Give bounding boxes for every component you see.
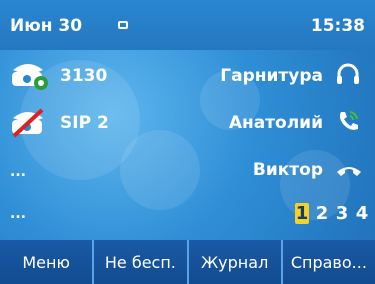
phone-unregistered-icon	[12, 108, 44, 138]
softkey-bar: Меню Не бесп. Журнал Справо...	[0, 240, 375, 284]
line-key-3[interactable]: ...	[10, 164, 26, 180]
page-3[interactable]: 3	[335, 203, 349, 224]
softkey-dnd[interactable]: Не бесп.	[94, 240, 189, 284]
status-date: Июн 30	[10, 16, 83, 36]
status-bar: Июн 30 15:38	[0, 0, 375, 50]
background-bubble	[120, 130, 200, 210]
line-key-4[interactable]: ...	[10, 206, 26, 222]
display-icon	[118, 21, 128, 29]
headset-icon	[337, 63, 359, 84]
dss-label: Виктор	[252, 160, 323, 180]
page-2[interactable]: 2	[315, 203, 329, 224]
phone-registered-icon	[12, 64, 48, 90]
page-4[interactable]: 4	[355, 203, 369, 224]
phone-ringing-icon	[339, 111, 358, 130]
softkey-directory[interactable]: Справо...	[283, 240, 375, 284]
line-label: 3130	[60, 66, 108, 86]
status-time: 15:38	[310, 16, 365, 36]
page-indicator: 1 2 3 4	[295, 203, 369, 224]
page-1[interactable]: 1	[295, 203, 309, 224]
softkey-menu[interactable]: Меню	[0, 240, 95, 284]
handset-icon	[337, 167, 361, 176]
phone-screen: Июн 30 15:38 3130 SIP 2 ... ... Гарнитур…	[0, 0, 375, 284]
softkey-history[interactable]: Журнал	[189, 240, 283, 284]
dss-label: Анатолий	[228, 113, 323, 133]
line-label: SIP 2	[60, 113, 109, 133]
dss-label: Гарнитура	[220, 66, 323, 86]
